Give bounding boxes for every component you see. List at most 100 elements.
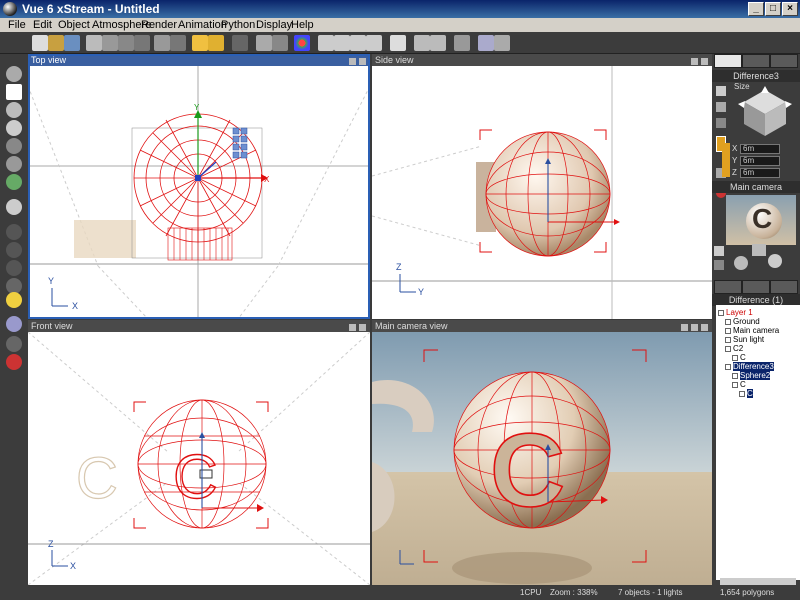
side-view[interactable]: Side view Z Y — [372, 54, 712, 319]
text-tool-icon[interactable] — [6, 84, 22, 100]
menu-animation[interactable]: Animation — [178, 18, 227, 32]
lock-proportions-icon[interactable] — [722, 143, 730, 177]
view-maximize-icon[interactable] — [359, 324, 366, 331]
plant-tool-icon[interactable] — [6, 138, 22, 154]
rock-tool-icon[interactable] — [6, 120, 22, 136]
tree-expand-icon[interactable] — [739, 390, 745, 397]
zoom-out-icon[interactable] — [334, 35, 350, 51]
planet-tool-icon[interactable] — [6, 174, 22, 190]
tree-expand-icon[interactable] — [725, 318, 731, 325]
tree-item[interactable]: Main camera — [725, 326, 779, 335]
vue-app-icon[interactable] — [3, 2, 17, 16]
zoom-in-icon[interactable] — [318, 35, 334, 51]
size-gizmo[interactable] — [734, 84, 796, 142]
size-z-field[interactable]: 6m — [740, 168, 780, 178]
paste-icon[interactable] — [118, 35, 134, 51]
tree-item[interactable]: Layer 1 — [718, 308, 753, 317]
view-menu-icon[interactable] — [349, 324, 356, 331]
menu-python[interactable]: Python — [221, 18, 255, 32]
tree-expand-icon[interactable] — [732, 354, 738, 361]
duplicate-icon[interactable] — [134, 35, 150, 51]
cube-icon[interactable] — [232, 35, 248, 51]
tree-item[interactable]: C — [739, 389, 753, 398]
view-zoom-icon[interactable] — [691, 324, 698, 331]
cut-icon[interactable] — [86, 35, 102, 51]
pan-hand-icon[interactable] — [734, 256, 748, 270]
sun-cloud-icon[interactable] — [192, 35, 208, 51]
view-menu-icon[interactable] — [349, 58, 356, 65]
size-x-field[interactable]: 6m — [740, 144, 780, 154]
camera-preview-thumbnail[interactable]: C — [726, 195, 796, 245]
tree-item[interactable]: C2 — [725, 344, 743, 353]
tree-expand-icon[interactable] — [732, 372, 738, 379]
record-tool-icon[interactable] — [6, 354, 22, 370]
boolean-difference-icon[interactable] — [6, 242, 22, 258]
film-icon[interactable] — [414, 35, 430, 51]
tree-item[interactable]: Ground — [725, 317, 760, 326]
light-tool-icon[interactable] — [6, 292, 22, 308]
tree-item[interactable]: Difference3 — [725, 362, 774, 371]
tree-expand-icon[interactable] — [725, 363, 731, 370]
new-file-icon[interactable] — [32, 35, 48, 51]
top-view[interactable]: Top view X Y Y X — [28, 54, 370, 319]
tree-item[interactable]: C — [732, 380, 746, 389]
render-icon[interactable] — [390, 35, 406, 51]
minimize-button[interactable]: _ — [748, 2, 764, 16]
tab-materials[interactable] — [742, 280, 770, 294]
tree-item[interactable]: C — [732, 353, 746, 362]
zoom-fit-icon[interactable] — [366, 35, 382, 51]
close-button[interactable]: × — [782, 2, 798, 16]
tree-expand-icon[interactable] — [725, 336, 731, 343]
load-object-icon[interactable] — [6, 199, 22, 215]
camera-view[interactable]: Main camera view C — [372, 320, 712, 585]
camera-tool-icon[interactable] — [6, 316, 22, 332]
front-view[interactable]: Front view C C Z X — [28, 320, 370, 585]
clapper-icon[interactable] — [454, 35, 470, 51]
film-strip-icon[interactable] — [430, 35, 446, 51]
terrain-tool-icon[interactable] — [6, 102, 22, 118]
view-maximize-icon[interactable] — [701, 58, 708, 65]
view-menu-icon[interactable] — [691, 58, 698, 65]
position-tool-icon[interactable] — [716, 86, 726, 96]
undo-icon[interactable] — [154, 35, 170, 51]
tree-item[interactable]: Sun light — [725, 335, 764, 344]
tree-expand-icon[interactable] — [725, 345, 731, 352]
zoom-reset-icon[interactable] — [350, 35, 366, 51]
open-file-icon[interactable] — [48, 35, 64, 51]
copy-icon[interactable] — [102, 35, 118, 51]
color-icon[interactable] — [294, 35, 310, 51]
tree-expand-icon[interactable] — [725, 327, 731, 334]
camera-save-icon[interactable] — [714, 246, 724, 256]
move-camera-icon[interactable] — [768, 254, 782, 268]
menu-help[interactable]: Help — [291, 18, 314, 32]
twist-tool-icon[interactable] — [716, 118, 726, 128]
tree-expand-icon[interactable] — [732, 381, 738, 388]
maximize-button[interactable]: □ — [765, 2, 781, 16]
rotate-tool-icon[interactable] — [716, 102, 726, 112]
tab-animation[interactable] — [770, 54, 798, 68]
tab-aspect[interactable] — [714, 54, 742, 68]
tree-expand-icon[interactable] — [718, 309, 724, 316]
tab-links[interactable] — [770, 280, 798, 294]
material-icon[interactable] — [272, 35, 288, 51]
redo-icon[interactable] — [170, 35, 186, 51]
tree-scrollbar[interactable] — [720, 578, 796, 585]
camera-orbit-icon[interactable] — [752, 244, 766, 256]
view-maximize-icon[interactable] — [359, 58, 366, 65]
metablob-icon[interactable] — [6, 260, 22, 276]
tab-world-browser[interactable] — [714, 280, 742, 294]
four-views-icon[interactable] — [478, 35, 494, 51]
sphere-tool-icon[interactable] — [6, 66, 22, 82]
save-icon[interactable] — [64, 35, 80, 51]
cloud-tool-icon[interactable] — [6, 156, 22, 172]
camera-list-icon[interactable] — [714, 260, 724, 270]
view-maximize-icon[interactable] — [701, 324, 708, 331]
single-view-icon[interactable] — [494, 35, 510, 51]
atmosphere-icon[interactable] — [208, 35, 224, 51]
tab-numerics[interactable] — [742, 54, 770, 68]
size-y-field[interactable]: 6m — [740, 156, 780, 166]
menu-display[interactable]: Display — [256, 18, 292, 32]
menu-object[interactable]: Object — [58, 18, 90, 32]
view-menu-icon[interactable] — [681, 324, 688, 331]
tree-item[interactable]: Sphere2 — [732, 371, 771, 380]
